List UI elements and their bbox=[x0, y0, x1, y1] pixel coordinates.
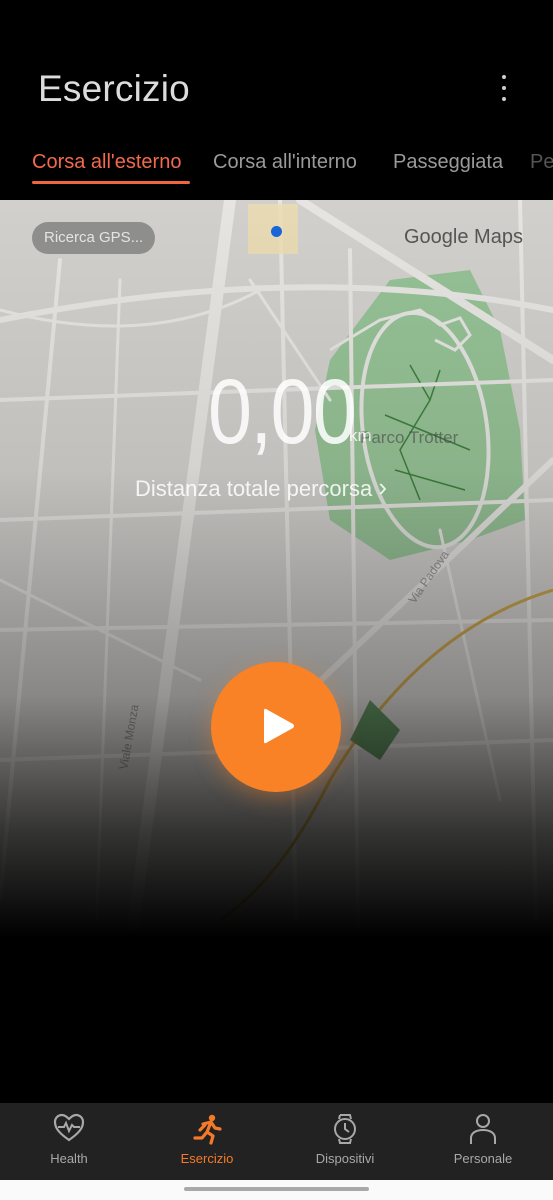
app-header: Esercizio Corsa all'esterno Corsa all'in… bbox=[0, 0, 553, 200]
home-gesture-bar[interactable] bbox=[184, 1187, 369, 1191]
start-workout-button[interactable] bbox=[211, 662, 341, 792]
exercise-tabs: Corsa all'esterno Corsa all'interno Pass… bbox=[0, 146, 553, 190]
more-vertical-icon bbox=[502, 75, 506, 79]
more-vertical-icon-dot bbox=[502, 97, 506, 101]
nav-item-health[interactable]: Health bbox=[0, 1103, 138, 1180]
distance-value: 0,00 bbox=[208, 361, 357, 463]
chevron-right-icon: › bbox=[378, 472, 388, 502]
nav-label: Health bbox=[50, 1151, 88, 1166]
nav-item-personal[interactable]: Personale bbox=[414, 1103, 552, 1180]
tab-walk[interactable]: Passeggiata bbox=[393, 151, 503, 174]
map-view[interactable]: Via Padova Viale Monza Parco Trotter Ric… bbox=[0, 200, 553, 1100]
active-tab-indicator bbox=[32, 181, 190, 184]
tab-outdoor-run[interactable]: Corsa all'esterno bbox=[32, 151, 181, 174]
bottom-navigation: Health Esercizio Dispositivi Personale bbox=[0, 1103, 553, 1180]
watch-icon bbox=[334, 1114, 356, 1144]
nav-item-exercise[interactable]: Esercizio bbox=[138, 1103, 276, 1180]
distance-unit: km bbox=[349, 426, 372, 445]
page-title: Esercizio bbox=[38, 68, 190, 109]
total-distance-link[interactable]: Distanza totale percorsa › bbox=[135, 472, 387, 503]
nav-label: Dispositivi bbox=[315, 1151, 375, 1166]
nav-label: Esercizio bbox=[180, 1151, 234, 1166]
map-provider-label[interactable]: Google Maps bbox=[404, 226, 523, 249]
running-icon bbox=[193, 1114, 222, 1145]
play-icon bbox=[264, 708, 294, 744]
person-icon bbox=[470, 1114, 496, 1144]
more-vertical-icon-dot bbox=[502, 86, 506, 90]
tab-indoor-run[interactable]: Corsa all'interno bbox=[213, 151, 357, 174]
total-distance-label: Distanza totale percorsa bbox=[135, 476, 373, 501]
system-gesture-area bbox=[0, 1180, 553, 1200]
gps-status-badge: Ricerca GPS... bbox=[32, 222, 156, 254]
nav-item-devices[interactable]: Dispositivi bbox=[276, 1103, 414, 1180]
current-location-marker bbox=[271, 226, 282, 237]
tab-next-partial[interactable]: Pe bbox=[530, 151, 553, 174]
nav-label: Personale bbox=[453, 1151, 513, 1166]
more-options-button[interactable] bbox=[490, 70, 518, 106]
heart-pulse-icon bbox=[53, 1113, 85, 1142]
map-gradient-overlay bbox=[0, 200, 553, 1100]
